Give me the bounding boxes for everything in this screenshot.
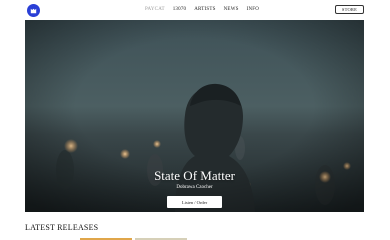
cat-logo-icon[interactable] <box>27 4 40 17</box>
hero-artist: Dobrawa Czocher <box>176 185 213 190</box>
nav-item-paycat[interactable]: PAYCAT <box>145 7 165 12</box>
cat-logo-glyph <box>30 8 37 14</box>
hero-title: State Of Matter <box>154 168 235 183</box>
store-button[interactable]: STORE <box>335 5 364 14</box>
nav-item-news[interactable]: NEWS <box>224 7 239 12</box>
site-header: PAYCAT 13070 ARTISTS NEWS INFO STORE <box>0 0 390 20</box>
nav-item-13070[interactable]: 13070 <box>173 7 187 12</box>
main-nav: PAYCAT 13070 ARTISTS NEWS INFO <box>145 7 259 12</box>
nav-item-info[interactable]: INFO <box>247 7 259 12</box>
nav-item-artists[interactable]: ARTISTS <box>194 7 215 12</box>
listen-order-button[interactable]: Listen / Order <box>167 196 222 208</box>
hero-banner: State Of Matter Dobrawa Czocher Listen /… <box>25 20 364 212</box>
latest-releases-heading: LATEST RELEASES <box>25 223 99 232</box>
